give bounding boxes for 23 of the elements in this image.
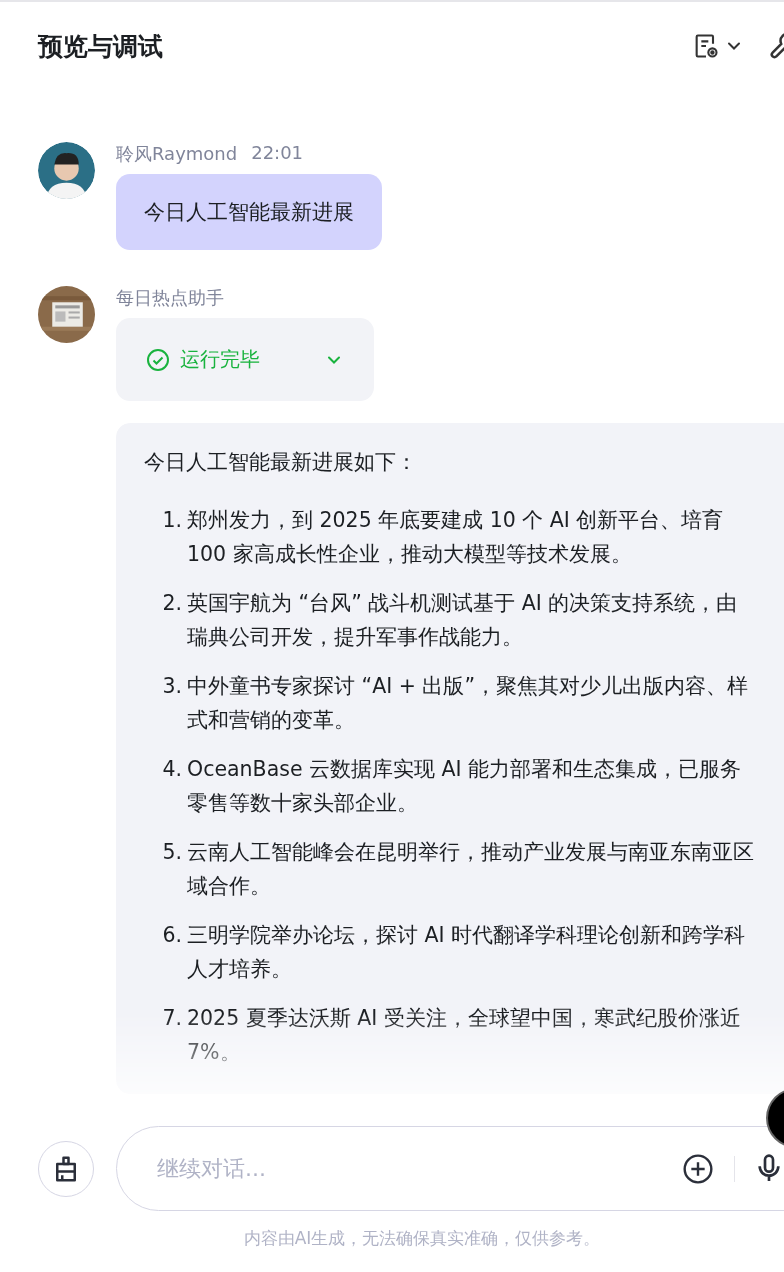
list-item-text: 郑州发力，到 2025 年底要建成 10 个 AI 创新平台、培育 100 家高成长性企业，推动大模型等技术发展。 <box>187 507 725 569</box>
list-number: 6. <box>161 922 183 950</box>
list-item-text: 三明学院举办论坛，探讨 AI 时代翻译学科理论创新和跨学科人才培养。 <box>187 922 747 984</box>
list-number: 1. <box>161 507 183 534</box>
page-title: 预览与调试 <box>38 30 164 63</box>
list-number: 4. <box>161 756 183 784</box>
author-name: 聆风Raymond <box>116 142 238 166</box>
list-number: 5. <box>161 839 183 867</box>
list-number: 3. <box>161 673 183 701</box>
list-number: 2. <box>161 590 183 618</box>
message-time: 22:01 <box>251 142 304 165</box>
list-item-text: OceanBase 云数据库实现 AI 能力部署和生态集成，已服务零售等数十家头部企业。 <box>187 756 743 818</box>
user-message: 今日人工智能最新进展 <box>116 174 382 250</box>
list-item-text: 中外童书专家探讨 “AI + 出版”，聚焦其对少儿出版内容、样式和营销的变革。 <box>187 673 750 735</box>
chat-input[interactable]: 继续对话... <box>155 1155 682 1182</box>
list-item-text: 2025 夏季达沃斯 AI 受关注，全球望中国，寒武纪股价涨近 7%。 <box>187 1005 742 1067</box>
list-number: 7. <box>161 1005 183 1033</box>
disclaimer: 内容由AI生成，无法确保真实准确，仅供参考。 <box>242 1227 602 1250</box>
list-item-text: 云南人工智能峰会在昆明举行，推动产业发展与南亚东南亚区域合作。 <box>187 839 755 901</box>
answer-intro: 今日人工智能最新进展如下： <box>144 449 418 476</box>
list-item-text: 英国宇航为 “台风” 战斗机测试基于 AI 的决策支持系统，由瑞典公司开发，提升军事作战能力。 <box>187 590 739 652</box>
run-status-button[interactable]: 运行完毕 <box>116 318 374 401</box>
author-name: 每日热点助手 <box>116 286 224 310</box>
